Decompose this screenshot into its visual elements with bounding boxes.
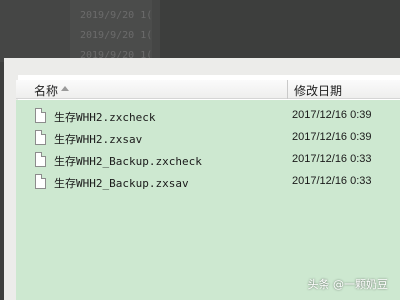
file-name: 生存WHH2_Backup.zxcheck	[54, 155, 202, 168]
column-header-name[interactable]: 名称	[16, 80, 287, 99]
file-name: 生存WHH2.zxsav	[54, 133, 143, 146]
file-row[interactable]: 生存WHH2_Backup.zxcheck 2017/12/16 0:33	[16, 149, 400, 171]
watermark: 头条 @一颗奶豆	[307, 278, 389, 291]
file-icon	[35, 174, 46, 189]
column-header-date-label: 修改日期	[294, 84, 343, 98]
background-row: 2019/9/20 1(	[80, 30, 153, 41]
file-icon	[35, 108, 46, 123]
file-name: 生存WHH2_Backup.zxsav	[54, 177, 189, 190]
file-icon	[35, 152, 46, 167]
file-date: 2017/12/16 0:33	[292, 153, 372, 165]
file-list: 生存WHH2.zxcheck 2017/12/16 0:39 生存WHH2.zx…	[16, 100, 400, 300]
column-header-date[interactable]: 修改日期	[288, 80, 400, 99]
column-header-bar: 名称 修改日期	[16, 80, 400, 99]
file-date: 2017/12/16 0:39	[292, 109, 372, 121]
file-name: 生存WHH2.zxcheck	[54, 111, 156, 124]
file-row[interactable]: 生存WHH2.zxsav 2017/12/16 0:39	[16, 127, 400, 149]
file-date: 2017/12/16 0:39	[292, 131, 372, 143]
file-row[interactable]: 生存WHH2.zxcheck 2017/12/16 0:39	[16, 105, 400, 127]
sort-ascending-icon	[61, 86, 69, 91]
background-row: 2019/9/20 1(	[80, 10, 153, 21]
file-date: 2017/12/16 0:33	[292, 175, 372, 187]
column-header-name-label: 名称	[34, 84, 59, 98]
file-icon	[35, 130, 46, 145]
file-row[interactable]: 生存WHH2_Backup.zxsav 2017/12/16 0:33	[16, 171, 400, 193]
background-window: 2019/9/20 1( 2019/9/20 1( 2019/9/20 1(	[0, 0, 160, 62]
